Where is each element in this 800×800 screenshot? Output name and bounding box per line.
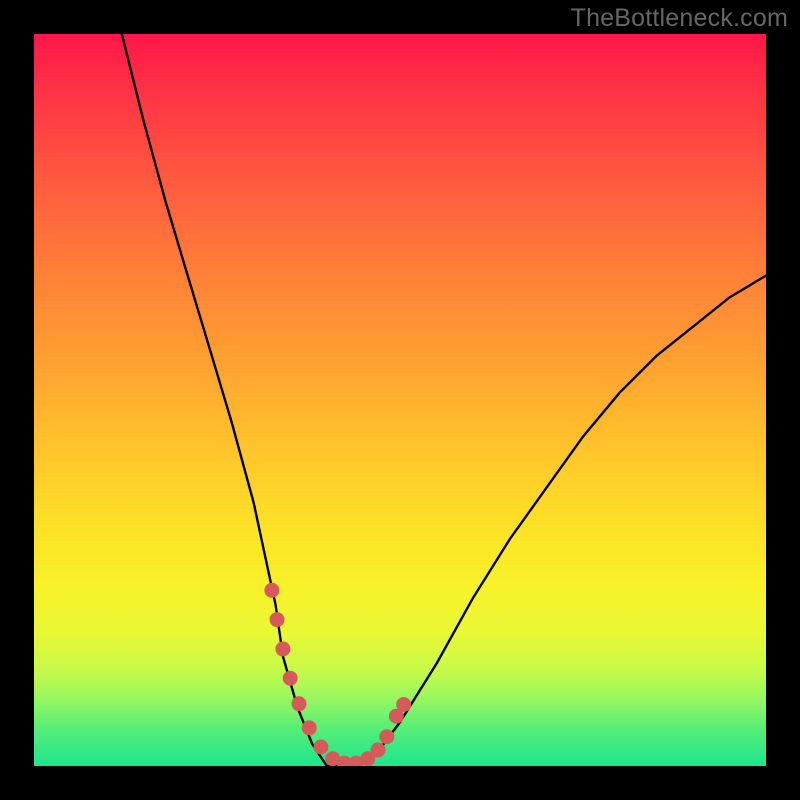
plot-background [34,34,766,766]
watermark-text: TheBottleneck.com [571,4,788,33]
chart-stage: TheBottleneck.com [0,0,800,800]
